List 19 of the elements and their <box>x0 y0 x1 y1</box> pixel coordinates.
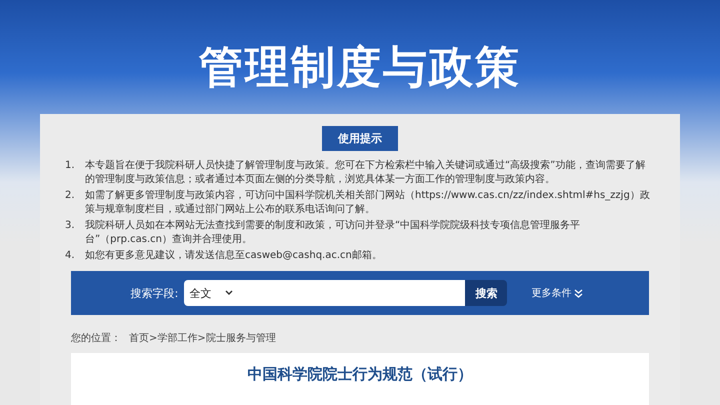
tips-heading: 使用提示 <box>322 126 398 151</box>
item-number: 2. <box>65 189 76 203</box>
more-conditions-button[interactable]: 更多条件 <box>525 285 590 301</box>
item-number: 1. <box>65 159 76 173</box>
item-number: 3. <box>65 219 76 233</box>
chevron-down-icon <box>225 290 234 296</box>
article-title: 中国科学院院士行为规范（试行） <box>248 365 472 385</box>
search-label: 搜索字段: <box>130 286 178 300</box>
item-number: 4. <box>65 249 76 263</box>
double-chevron-down-icon <box>574 288 584 298</box>
tip-text: 如您有更多意见建议，请发送信息至casweb@cashq.ac.cn邮箱。 <box>85 249 382 263</box>
page-title: 管理制度与政策 <box>199 41 521 95</box>
tip-text: 我院科研人员如在本网站无法查找到需要的制度和政策，可访问并登录“中国科学院院级科技专项信息管理服务平台”（prp.cas.cn）查询并合理使用。 <box>85 219 582 247</box>
search-button[interactable]: 搜索 <box>465 280 508 306</box>
breadcrumb-path: 首页>学部工作>院士服务与管理 <box>129 332 276 345</box>
search-field[interactable]: 全文 <box>184 280 466 306</box>
tip-text: 本专题旨在便于我院科研人员快捷了解管理制度与政策。您可在下方检索栏中输入关键词或通过“高级搜索”功能，查询需要了解的管理制度与政策信息；或者通过本页面左侧的分类导航，浏览具体某一方面工作的管理制度与政策内容。 <box>85 159 646 187</box>
tip-text: 如需了解更多管理制度与政策内容，可访问中国科学院机关相关部门网站（https://www.cas.cn/zz/index.shtml#hs_zzjg）政策与规章制度栏目，或通过部门网站上公布的联系电话询问了解。 <box>85 189 651 217</box>
breadcrumb-label: 您的位置： <box>71 332 121 345</box>
